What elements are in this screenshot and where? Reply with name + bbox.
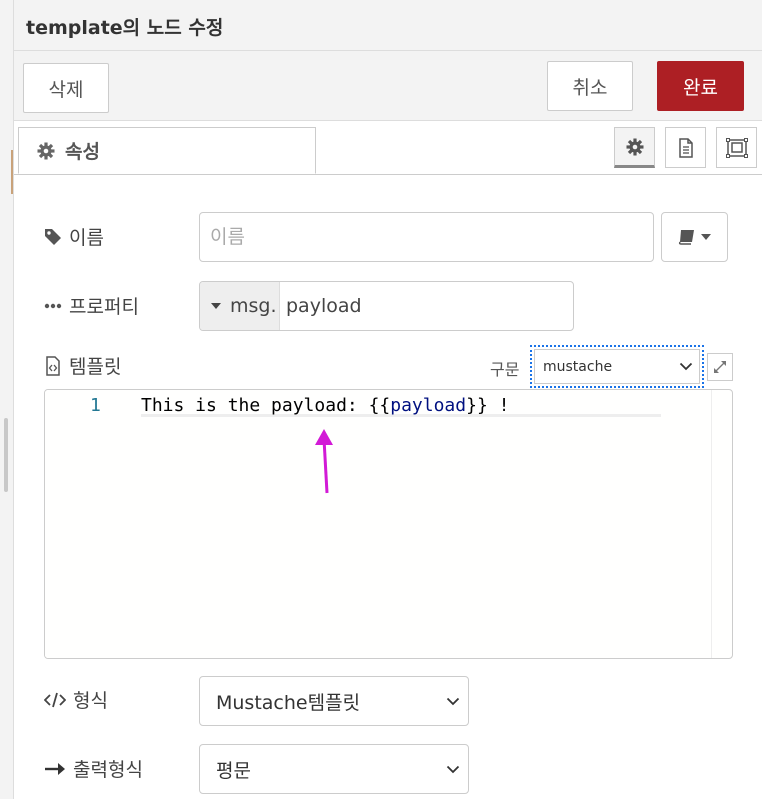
line-number: 1 bbox=[90, 395, 101, 416]
name-input[interactable] bbox=[199, 212, 654, 262]
tab-settings[interactable] bbox=[614, 127, 655, 168]
done-button[interactable]: 완료 bbox=[657, 61, 744, 111]
property-label: 프로퍼티 bbox=[69, 296, 139, 318]
syntax-select[interactable]: mustache bbox=[534, 349, 700, 384]
file-code-icon bbox=[46, 355, 60, 376]
cancel-button[interactable]: 취소 bbox=[547, 61, 633, 111]
name-label-row: 이름 bbox=[44, 223, 104, 250]
gear-icon bbox=[37, 142, 55, 159]
output-select-value: 평문 bbox=[216, 759, 251, 782]
tab-bar: 속성 bbox=[14, 121, 762, 175]
chevron-down-icon bbox=[446, 697, 460, 705]
editor-gutter bbox=[45, 390, 133, 658]
chevron-down-icon bbox=[446, 765, 460, 773]
book-icon bbox=[678, 230, 694, 245]
dialog-title: template의 노드 수정 bbox=[26, 17, 224, 39]
output-label-row: 출력형식 bbox=[44, 755, 143, 782]
format-select-value: Mustache템플릿 bbox=[216, 691, 361, 714]
template-label-row: 템플릿 bbox=[44, 352, 121, 379]
edge-marker bbox=[11, 150, 13, 194]
property-type-selector[interactable]: msg. bbox=[200, 282, 280, 330]
sidebar-edge bbox=[0, 0, 14, 799]
output-label: 출력형식 bbox=[73, 759, 143, 781]
syntax-select-focus: mustache bbox=[530, 345, 704, 388]
resize-handle[interactable] bbox=[4, 418, 8, 492]
property-typed-input[interactable]: msg. payload bbox=[199, 281, 574, 331]
gear-icon bbox=[626, 138, 643, 155]
property-label-row: 프로퍼티 bbox=[44, 292, 139, 319]
code-variable: payload bbox=[390, 395, 467, 416]
expand-editor-button[interactable] bbox=[707, 353, 733, 381]
syntax-select-value: mustache bbox=[543, 358, 613, 375]
annotation-arrow-icon bbox=[315, 429, 333, 494]
editor-scrollbar[interactable] bbox=[711, 390, 712, 658]
dialog-header: template의 노드 수정 bbox=[14, 0, 762, 51]
format-label-row: 형식 bbox=[44, 686, 108, 713]
name-book-button[interactable] bbox=[661, 212, 728, 262]
syntax-label: 구문 bbox=[490, 360, 520, 379]
name-label: 이름 bbox=[69, 227, 104, 249]
arrow-right-icon bbox=[45, 762, 65, 775]
format-label: 형식 bbox=[73, 690, 108, 712]
tab-properties[interactable]: 속성 bbox=[18, 127, 316, 174]
output-select[interactable]: 평문 bbox=[199, 744, 469, 794]
code-text-prefix: This is the payload: {{ bbox=[141, 395, 391, 416]
caret-down-icon bbox=[700, 234, 711, 240]
property-type-label: msg. bbox=[230, 295, 277, 317]
ellipsis-icon bbox=[44, 303, 62, 308]
property-value-input[interactable]: payload bbox=[280, 282, 362, 330]
tab-description[interactable] bbox=[665, 127, 706, 168]
format-select[interactable]: Mustache템플릿 bbox=[199, 676, 469, 726]
chevron-down-icon bbox=[679, 362, 693, 371]
code-icon bbox=[44, 692, 66, 707]
expand-icon bbox=[714, 361, 726, 373]
tag-icon bbox=[45, 228, 61, 245]
code-line[interactable]: This is the payload: {{payload}} ! bbox=[141, 395, 509, 416]
delete-button[interactable]: 삭제 bbox=[23, 63, 109, 113]
tab-appearance[interactable] bbox=[716, 127, 757, 168]
template-label: 템플릿 bbox=[69, 356, 122, 378]
template-editor[interactable]: 1 This is the payload: {{payload}} ! bbox=[44, 389, 733, 659]
code-text-suffix: }} ! bbox=[466, 395, 510, 416]
tab-properties-label: 속성 bbox=[65, 141, 100, 163]
document-icon bbox=[678, 137, 693, 158]
dialog-toolbar: 삭제 취소 완료 bbox=[14, 51, 762, 121]
caret-down-icon bbox=[211, 303, 221, 309]
appearance-icon bbox=[725, 137, 748, 158]
